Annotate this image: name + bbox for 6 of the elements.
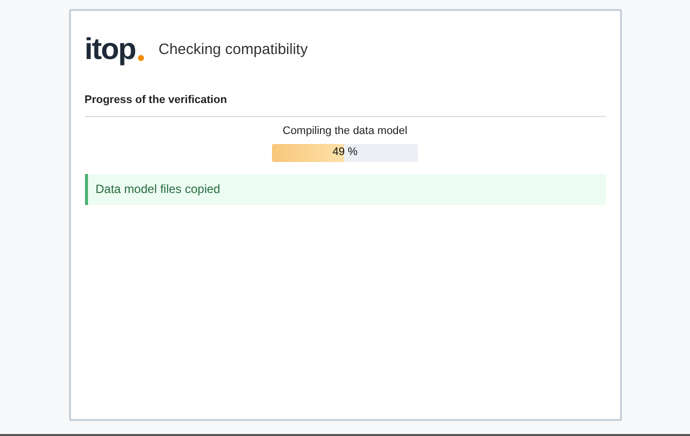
progress-label: Compiling the data model: [282, 124, 408, 139]
progress-reading: 49 %: [331, 145, 359, 160]
logo: itop: [84, 35, 144, 65]
section-title: Progress of the verification: [84, 94, 227, 106]
page-title: Checking compatibility: [158, 40, 308, 60]
status-message: Data model files copied: [84, 174, 606, 204]
